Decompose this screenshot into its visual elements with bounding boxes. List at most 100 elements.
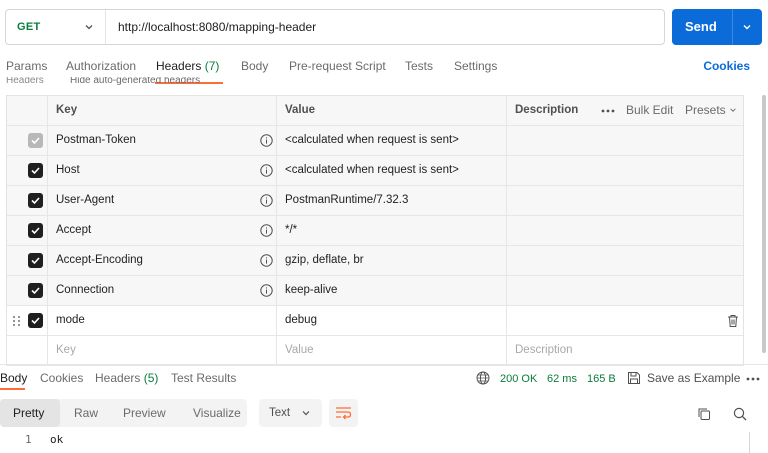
tab-body[interactable]: Body [241,59,268,73]
row-description-cell[interactable] [507,216,743,245]
response-body-line[interactable]: ok [50,433,63,446]
format-raw[interactable]: Raw [74,406,98,420]
table-row-new: Key Value Description [7,336,743,366]
row-description-cell[interactable] [507,126,743,155]
scrollbar[interactable] [762,95,766,353]
row-key: User-Agent [56,194,115,206]
row-key: Accept [56,224,92,236]
new-value-input[interactable]: Value [277,336,507,365]
send-button[interactable]: Send [672,9,762,45]
response-body-scrollbar[interactable] [749,432,750,453]
format-pretty[interactable]: Pretty [13,406,44,420]
tab-authorization[interactable]: Authorization [66,59,136,73]
row-description-cell[interactable] [507,306,743,335]
cookies-link[interactable]: Cookies [703,59,750,73]
row-checkbox[interactable] [28,283,43,298]
response-status[interactable]: 200 OK [500,373,537,385]
hide-auto-generated-toggle[interactable]: Hide auto-generated headers [70,77,200,86]
check-icon [31,317,40,325]
row-key-cell[interactable]: Postman-Token [48,126,277,155]
headers-section-title: Headers [6,77,44,86]
presets-label: Presets [685,103,726,117]
response-size[interactable]: 165 B [587,373,616,385]
info-icon[interactable] [260,134,273,147]
search-icon[interactable] [733,407,747,421]
drag-handle-icon[interactable] [12,315,21,327]
row-check-cell [7,336,48,365]
format-preview[interactable]: Preview [123,406,166,420]
row-key-cell[interactable]: Accept [48,216,277,245]
row-value-cell[interactable]: PostmanRuntime/7.32.3 [277,186,507,215]
format-visualize[interactable]: Visualize [193,406,241,420]
new-key-input[interactable]: Key [48,336,277,365]
row-value-cell[interactable]: keep-alive [277,276,507,305]
response-divider[interactable] [0,364,768,365]
row-checkbox[interactable] [28,193,43,208]
chevron-down-icon [85,25,93,30]
row-key-cell[interactable]: User-Agent [48,186,277,215]
method-select[interactable]: GET [6,10,106,44]
chevron-down-icon [730,108,736,112]
table-row: Accept */* [7,216,743,246]
row-checkbox[interactable] [28,313,43,328]
response-tab-body[interactable]: Body [0,371,27,385]
bulk-edit-button[interactable]: Bulk Edit [626,103,673,117]
row-value-cell[interactable]: debug [277,306,507,335]
row-checkbox[interactable] [28,223,43,238]
info-icon[interactable] [260,224,273,237]
response-tab-test-results[interactable]: Test Results [171,371,236,385]
row-value: debug [285,314,317,326]
more-horizontal-icon[interactable] [601,106,615,116]
row-key-cell[interactable]: Host [48,156,277,185]
row-description-cell[interactable] [507,156,743,185]
save-icon[interactable] [627,371,641,385]
value-placeholder: Value [285,344,314,356]
wrap-lines-button[interactable] [329,399,358,427]
info-icon[interactable] [260,194,273,207]
response-tab-cookies[interactable]: Cookies [40,371,83,385]
trash-icon[interactable] [727,314,739,328]
tab-pre-request-script[interactable]: Pre-request Script [289,59,386,73]
response-time[interactable]: 62 ms [547,373,577,385]
row-description-cell[interactable] [507,246,743,275]
row-key: Host [56,164,80,176]
tab-headers[interactable]: Headers (7) [156,59,219,73]
tab-tests[interactable]: Tests [405,59,433,73]
row-checkbox[interactable] [28,133,43,148]
row-description-cell[interactable] [507,186,743,215]
row-description-cell[interactable] [507,276,743,305]
chevron-down-icon[interactable] [741,21,753,33]
row-checkbox[interactable] [28,163,43,178]
row-check-cell [7,186,48,215]
row-checkbox[interactable] [28,253,43,268]
row-value-cell[interactable]: <calculated when request is sent> [277,126,507,155]
save-as-example-button[interactable]: Save as Example [647,371,740,385]
row-key-cell[interactable]: Accept-Encoding [48,246,277,275]
more-horizontal-icon[interactable] [746,377,760,381]
row-value-cell[interactable]: */* [277,216,507,245]
row-value: gzip, deflate, br [285,254,364,266]
new-description-input[interactable]: Description [507,336,743,365]
globe-icon[interactable] [476,371,490,385]
tab-settings[interactable]: Settings [454,59,497,73]
presets-dropdown[interactable]: Presets [685,103,737,117]
format-toggle: Pretty Raw Preview Visualize [0,399,247,427]
text-format-select[interactable]: Text [259,399,322,427]
url-input[interactable]: http://localhost:8080/mapping-header [118,20,316,34]
table-row: Connection keep-alive [7,276,743,306]
table-tools: Bulk Edit Presets [593,96,743,125]
copy-icon[interactable] [697,407,711,421]
tab-params[interactable]: Params [6,59,47,73]
row-key-cell[interactable]: mode [48,306,277,335]
row-check-cell [7,216,48,245]
line-number: 1 [25,433,32,446]
info-icon[interactable] [260,284,273,297]
info-icon[interactable] [260,164,273,177]
info-icon[interactable] [260,254,273,267]
row-value: PostmanRuntime/7.32.3 [285,194,409,206]
response-tab-headers[interactable]: Headers (5) [95,371,158,385]
response-active-tab-indicator [0,388,25,390]
row-key-cell[interactable]: Connection [48,276,277,305]
row-value-cell[interactable]: <calculated when request is sent> [277,156,507,185]
row-value-cell[interactable]: gzip, deflate, br [277,246,507,275]
